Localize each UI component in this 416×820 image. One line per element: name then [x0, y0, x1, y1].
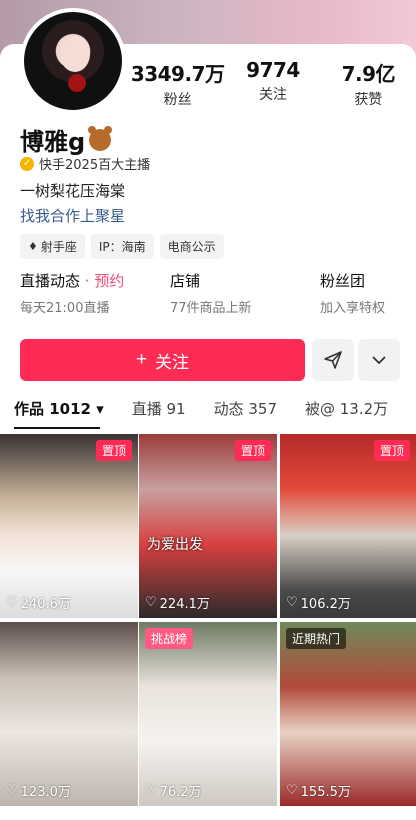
video-thumbnail[interactable]: 近期热门 ♡ 155.5万	[280, 622, 416, 806]
profile-stats: 3349.7万 粉丝 9774 关注 7.9亿 获赞	[130, 58, 416, 109]
entry-sub: 每天21:00直播	[20, 301, 110, 316]
video-caption: 为爱出发	[147, 537, 203, 553]
tab-live[interactable]: 直播 91	[132, 398, 186, 419]
stat-value: 9774	[246, 58, 300, 82]
like-count: ♡ 224.1万	[145, 593, 210, 612]
content-tabs: 作品 1012 ▾ 直播 91 动态 357 被@ 13.2万	[14, 398, 416, 419]
stat-label: 粉丝	[163, 92, 192, 108]
entry-shop[interactable]: 店铺 77件商品上新	[170, 270, 320, 316]
like-count-text: 123.0万	[20, 785, 71, 800]
avatar-rose	[68, 74, 86, 92]
share-button[interactable]	[312, 339, 354, 381]
video-grid: 置顶 ♡ 240.6万 置顶 为爱出发 ♡ 224.1万 置顶 ♡ 106.2万 ♡ 1…	[0, 434, 416, 820]
chevron-down-icon	[372, 356, 386, 365]
like-count-text: 76.2万	[159, 785, 202, 800]
stat-value: 3349.7万	[130, 62, 225, 86]
tab-works[interactable]: 作品 1012 ▾	[14, 398, 104, 419]
like-count: ♡ 76.2万	[145, 781, 202, 800]
tab-moments[interactable]: 动态 357	[214, 398, 277, 419]
stat-label: 获赞	[354, 92, 383, 108]
stat-value: 7.9亿	[341, 62, 396, 86]
entry-live[interactable]: 直播动态 · 预约 每天21:00直播	[20, 270, 170, 316]
stat-following[interactable]: 9774 关注	[225, 58, 320, 109]
verified-line: ✓ 快手2025百大主播	[20, 154, 150, 173]
like-count: ♡ 123.0万	[6, 781, 71, 800]
verified-badge-icon: ✓	[20, 156, 34, 171]
like-count: ♡ 155.5万	[286, 781, 351, 800]
plus-icon: +	[135, 349, 148, 370]
stat-label: 关注	[258, 87, 287, 103]
challenge-badge: 挑战榜	[145, 628, 194, 649]
video-thumbnail[interactable]: 置顶 ♡ 106.2万	[280, 434, 416, 618]
stat-fans[interactable]: 3349.7万 粉丝	[130, 58, 225, 109]
more-button[interactable]	[358, 339, 400, 381]
entry-reserve[interactable]: · 预约	[85, 272, 125, 290]
cooperation-link[interactable]: 找我合作上聚星	[20, 205, 125, 226]
follow-label: 关注	[155, 352, 190, 372]
profile-name: 博雅g	[20, 122, 113, 157]
heart-icon: ♡	[286, 595, 298, 610]
avatar-face	[60, 36, 90, 72]
video-thumbnail[interactable]: 置顶 为爱出发 ♡ 224.1万	[139, 434, 277, 618]
tag-zodiac[interactable]: ♦ 射手座	[20, 234, 85, 259]
trending-badge: 近期热门	[286, 628, 347, 649]
profile-name-text: 博雅g	[20, 128, 86, 156]
entry-title: 直播动态	[20, 272, 81, 290]
zodiac-icon: ♦	[28, 240, 38, 253]
profile-entries: 直播动态 · 预约 每天21:00直播 店铺 77件商品上新 粉丝团 加入享特权	[20, 270, 410, 316]
tag-ip[interactable]: IP：海南	[90, 234, 154, 259]
entry-sub: 加入享特权	[320, 301, 386, 316]
profile-bio: 一树梨花压海棠	[20, 182, 126, 200]
like-count-text: 106.2万	[300, 597, 351, 612]
heart-icon: ♡	[145, 783, 157, 798]
active-tab-indicator	[14, 427, 100, 429]
video-thumbnail[interactable]: 置顶 ♡ 240.6万	[0, 434, 138, 618]
pinned-badge: 置顶	[234, 440, 271, 461]
teddy-bear-icon	[88, 125, 113, 151]
tab-mentions[interactable]: 被@ 13.2万	[305, 398, 388, 419]
entry-sub: 77件商品上新	[170, 301, 252, 316]
like-count-text: 224.1万	[159, 597, 210, 612]
video-thumbnail[interactable]: 挑战榜 ♡ 76.2万	[139, 622, 277, 806]
profile-tags: ♦ 射手座 IP：海南 电商公示	[20, 234, 224, 259]
entry-fan-club[interactable]: 粉丝团 加入享特权	[320, 270, 410, 316]
tag-label: IP：海南	[98, 240, 146, 254]
tag-label: 射手座	[40, 240, 77, 254]
follow-button[interactable]: + 关注	[20, 339, 305, 381]
like-count-text: 240.6万	[20, 597, 71, 612]
like-count: ♡ 106.2万	[286, 593, 351, 612]
heart-icon: ♡	[145, 595, 157, 610]
entry-title: 粉丝团	[320, 272, 366, 290]
send-icon	[324, 351, 342, 369]
like-count: ♡ 240.6万	[6, 593, 71, 612]
pinned-badge: 置顶	[95, 440, 132, 461]
avatar[interactable]	[20, 8, 126, 114]
verified-text: 快手2025百大主播	[39, 158, 151, 173]
entry-title: 店铺	[170, 272, 201, 290]
heart-icon: ♡	[286, 783, 298, 798]
tag-ecommerce[interactable]: 电商公示	[159, 234, 224, 259]
like-count-text: 155.5万	[300, 785, 351, 800]
tag-label: 电商公示	[167, 240, 216, 254]
heart-icon: ♡	[6, 783, 18, 798]
video-thumbnail[interactable]: ♡ 123.0万	[0, 622, 138, 806]
stat-likes[interactable]: 7.9亿 获赞	[321, 58, 416, 109]
heart-icon: ♡	[6, 595, 18, 610]
pinned-badge: 置顶	[373, 440, 410, 461]
